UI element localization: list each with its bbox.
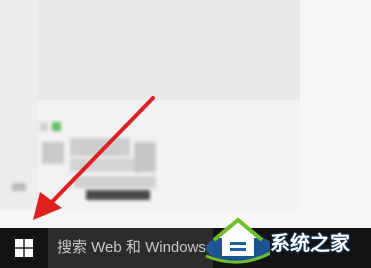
blurred-green-tile [52, 122, 61, 131]
blurred-tile [40, 122, 48, 131]
search-placeholder: 搜索 Web 和 Windows [57, 239, 206, 256]
watermark: 系统之家 [200, 212, 371, 268]
house-logo-icon [205, 217, 270, 264]
search-box[interactable]: 搜索 Web 和 Windows [48, 228, 213, 268]
windows-logo-icon [15, 239, 33, 257]
blurred-tile [12, 183, 26, 191]
blurred-tile [42, 142, 64, 164]
start-menu-left-column [0, 0, 38, 210]
start-button[interactable] [0, 228, 48, 268]
start-menu-lower-area [38, 100, 300, 210]
blurred-tile [70, 138, 130, 156]
blurred-tile [74, 176, 156, 188]
blurred-tile [134, 142, 156, 172]
blurred-tile [86, 190, 150, 200]
watermark-text: 系统之家 [270, 231, 350, 255]
blurred-tile [70, 158, 142, 172]
